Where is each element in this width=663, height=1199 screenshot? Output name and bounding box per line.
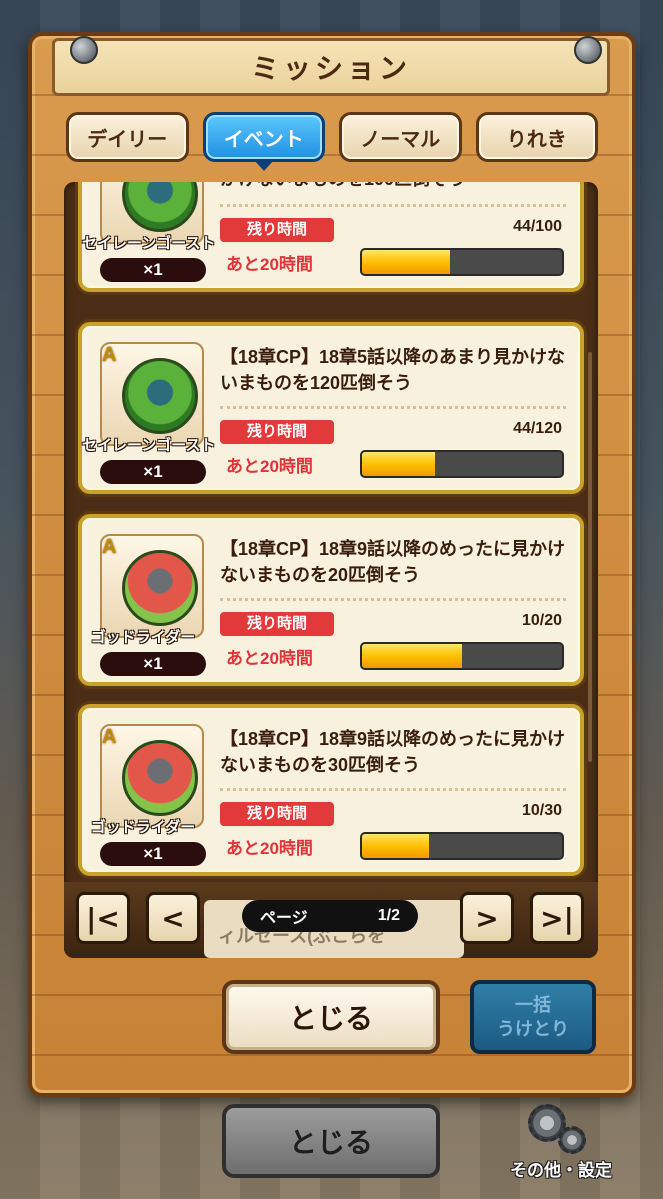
tab-daily[interactable]: デイリー [66,112,189,162]
mission-description: かけないまものを100匹倒そう [220,182,570,192]
mission-description: 【18章CP】18章5話以降のあまり見かけないまものを120匹倒そう [220,347,566,393]
monster-medal-icon [122,358,198,434]
reward-quantity: ×1 [100,460,206,484]
progress-fill [362,644,462,668]
bulk-receive-label-1: 一括 [515,995,551,1015]
progress-fill [362,452,436,476]
gear-icon [558,1126,586,1154]
mission-description: 【18章CP】18章9話以降のめったに見かけないまものを30匹倒そう [220,729,566,775]
page-indicator: ページ 1/2 [242,900,418,932]
first-page-button[interactable]: |< [76,892,130,944]
time-remaining: あと20時間 [226,457,313,476]
background-close-button[interactable]: とじる [222,1104,440,1178]
progress-count: 44/120 [513,420,562,437]
monster-name: ゴッドライダー [90,819,196,836]
page-number: 1/2 [377,907,400,924]
divider [220,406,566,409]
time-remaining-badge: 残り時間 [220,802,334,826]
close-button[interactable]: とじる [222,980,440,1054]
progress-bar [360,450,564,478]
last-page-button[interactable]: >| [530,892,584,944]
monster-name: ゴッドライダー [90,629,196,646]
time-remaining: あと20時間 [226,839,313,858]
progress-bar [360,832,564,860]
reward-quantity: ×1 [100,652,206,676]
time-remaining-badge: 残り時間 [220,612,334,636]
next-page-button[interactable]: > [460,892,514,944]
pagination: ィルセース(ぶこらを |< < ページ 1/2 > >| [64,882,598,958]
monster-medal-icon [122,550,198,626]
monster-medal-icon [122,182,198,232]
bulk-receive-label-2: うけとり [497,1019,569,1039]
monster-name: セイレーンゴースト [82,437,216,454]
divider [220,788,566,791]
tab-history[interactable]: りれき [475,112,598,162]
time-remaining: あと20時間 [226,649,313,668]
settings-label: その他・設定 [510,1161,612,1180]
reward-quantity: ×1 [100,842,206,866]
time-remaining: あと20時間 [226,255,313,274]
reward-quantity: ×1 [100,258,206,282]
divider [220,598,566,601]
time-remaining-badge: 残り時間 [220,420,334,444]
monster-name: セイレーンゴースト [82,235,216,252]
monster-medal-icon [122,740,198,816]
mission-card[interactable]: A ゴッドライダー ×1 【18章CP】18章9話以降のめったに見かけないまもの… [78,514,584,686]
progress-count: 44/100 [513,218,562,235]
rank-badge: A [102,344,117,366]
mission-list[interactable]: セイレーンゴースト ×1 かけないまものを100匹倒そう 残り時間 あと20時間… [64,182,598,882]
progress-count: 10/30 [521,802,562,819]
mission-card[interactable]: セイレーンゴースト ×1 かけないまものを100匹倒そう 残り時間 あと20時間… [78,182,584,292]
progress-fill [362,250,450,274]
tab-normal[interactable]: ノーマル [339,112,462,162]
rank-badge: A [102,726,117,748]
progress-count: 10/20 [521,612,562,629]
page-title: ミッション [52,38,610,96]
progress-bar [360,642,564,670]
mission-description: 【18章CP】18章9話以降のめったに見かけないまものを20匹倒そう [220,539,566,585]
bulk-receive-button[interactable]: 一括 うけとり [470,980,596,1054]
mission-list-panel: セイレーンゴースト ×1 かけないまものを100匹倒そう 残り時間 あと20時間… [64,182,598,958]
tab-event[interactable]: イベント [202,112,325,171]
settings-button[interactable]: その他・設定 [506,1100,616,1190]
tab-bar: デイリー イベント ノーマル りれき [66,112,598,171]
progress-bar [360,248,564,276]
divider [220,204,566,207]
mission-card[interactable]: A セイレーンゴースト ×1 【18章CP】18章5話以降のあまり見かけないまも… [78,322,584,494]
progress-fill [362,834,429,858]
pin-icon [70,36,98,64]
rank-badge: A [102,536,117,558]
mission-card[interactable]: A ゴッドライダー ×1 【18章CP】18章9話以降のめったに見かけないまもの… [78,704,584,876]
prev-page-button[interactable]: < [146,892,200,944]
time-remaining-badge: 残り時間 [220,218,334,242]
pin-icon [574,36,602,64]
page-label: ページ [260,910,308,927]
scrollbar[interactable] [588,352,592,762]
